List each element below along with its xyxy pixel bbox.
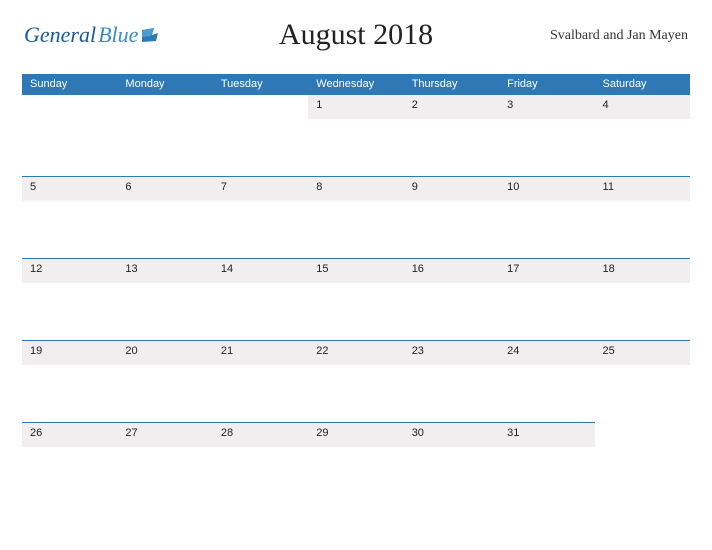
date-cell: 17 (499, 259, 594, 283)
day-body-cell (499, 283, 594, 341)
date-cell: 8 (308, 177, 403, 201)
day-body-cell (22, 201, 117, 259)
date-cell: 5 (22, 177, 117, 201)
week-body-row (22, 119, 690, 177)
week-row: 567891011 (22, 177, 690, 201)
day-body-cell (22, 447, 117, 507)
week-row: 12131415161718 (22, 259, 690, 283)
day-body-cell (213, 119, 308, 177)
day-header: Monday (117, 74, 212, 95)
date-cell: 6 (117, 177, 212, 201)
date-cell: 20 (117, 341, 212, 365)
date-cell: 15 (308, 259, 403, 283)
day-body-cell (404, 119, 499, 177)
day-body-cell (308, 283, 403, 341)
date-cell: 10 (499, 177, 594, 201)
date-cell: 29 (308, 423, 403, 447)
week-row: 19202122232425 (22, 341, 690, 365)
date-cell: 1 (308, 95, 403, 119)
date-cell: 12 (22, 259, 117, 283)
day-header-row: SundayMondayTuesdayWednesdayThursdayFrid… (22, 74, 690, 95)
day-body-cell (404, 365, 499, 423)
day-body-cell (308, 201, 403, 259)
empty-cell (22, 95, 117, 119)
date-cell: 9 (404, 177, 499, 201)
header: General Blue August 2018 Svalbard and Ja… (0, 0, 712, 74)
day-body-cell (213, 283, 308, 341)
region-label: Svalbard and Jan Mayen (550, 28, 688, 44)
day-body-cell (117, 119, 212, 177)
day-body-cell (117, 201, 212, 259)
day-body-cell (499, 365, 594, 423)
day-header: Sunday (22, 74, 117, 95)
day-body-cell (308, 447, 403, 507)
date-cell: 11 (595, 177, 690, 201)
date-cell: 7 (213, 177, 308, 201)
empty-cell (213, 95, 308, 119)
day-body-cell (308, 119, 403, 177)
day-header: Friday (499, 74, 594, 95)
day-body-cell (213, 201, 308, 259)
date-cell: 25 (595, 341, 690, 365)
day-header: Tuesday (213, 74, 308, 95)
day-header: Thursday (404, 74, 499, 95)
empty-cell (117, 95, 212, 119)
day-body-cell (595, 447, 690, 507)
day-body-cell (22, 283, 117, 341)
date-cell: 18 (595, 259, 690, 283)
day-body-cell (117, 365, 212, 423)
date-cell: 4 (595, 95, 690, 119)
date-cell: 30 (404, 423, 499, 447)
day-body-cell (22, 365, 117, 423)
day-body-cell (499, 447, 594, 507)
day-body-cell (404, 447, 499, 507)
day-body-cell (499, 119, 594, 177)
day-body-cell (595, 201, 690, 259)
day-header: Wednesday (308, 74, 403, 95)
week-body-row (22, 283, 690, 341)
date-cell: 3 (499, 95, 594, 119)
day-body-cell (404, 283, 499, 341)
day-body-cell (117, 283, 212, 341)
date-cell: 27 (117, 423, 212, 447)
week-body-row (22, 447, 690, 507)
date-cell: 21 (213, 341, 308, 365)
calendar-grid: SundayMondayTuesdayWednesdayThursdayFrid… (22, 74, 690, 507)
week-row: 1234 (22, 95, 690, 119)
date-cell: 28 (213, 423, 308, 447)
day-body-cell (213, 365, 308, 423)
day-body-cell (213, 447, 308, 507)
week-body-row (22, 365, 690, 423)
date-cell: 16 (404, 259, 499, 283)
day-body-cell (595, 283, 690, 341)
week-row: 262728293031 (22, 423, 690, 447)
day-header: Saturday (595, 74, 690, 95)
date-cell: 14 (213, 259, 308, 283)
date-cell: 23 (404, 341, 499, 365)
date-cell: 19 (22, 341, 117, 365)
date-cell: 31 (499, 423, 594, 447)
date-cell: 24 (499, 341, 594, 365)
day-body-cell (308, 365, 403, 423)
date-cell: 26 (22, 423, 117, 447)
day-body-cell (595, 119, 690, 177)
day-body-cell (117, 447, 212, 507)
date-cell: 13 (117, 259, 212, 283)
day-body-cell (499, 201, 594, 259)
day-body-cell (595, 365, 690, 423)
empty-cell (595, 423, 690, 447)
week-body-row (22, 201, 690, 259)
date-cell: 22 (308, 341, 403, 365)
day-body-cell (22, 119, 117, 177)
date-cell: 2 (404, 95, 499, 119)
day-body-cell (404, 201, 499, 259)
